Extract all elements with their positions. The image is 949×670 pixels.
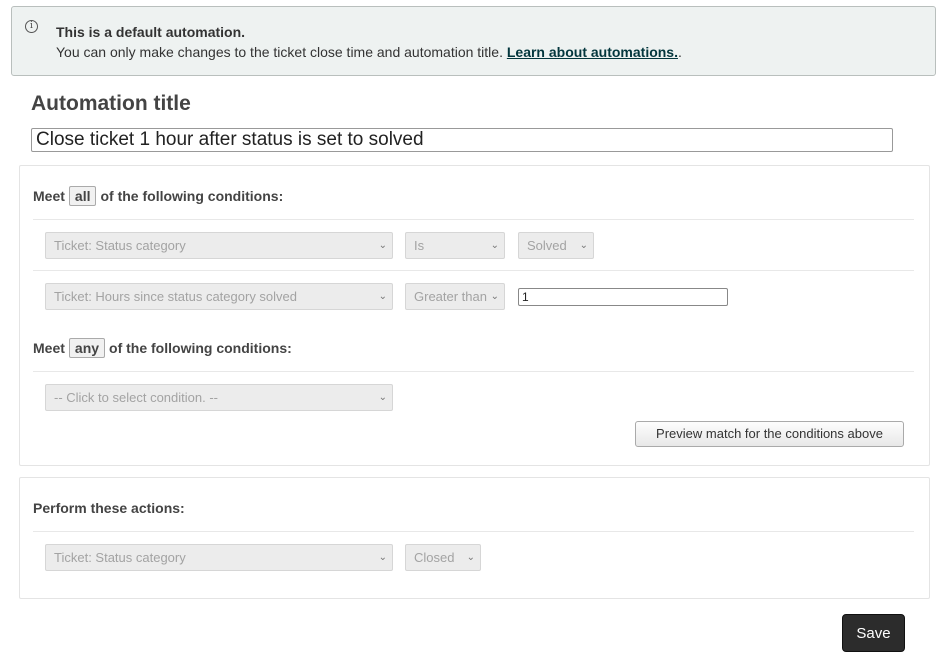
condition-field-value: Ticket: Status category <box>54 238 186 253</box>
action-field-select[interactable]: Ticket: Status category ⌄ <box>45 544 393 571</box>
condition-field-value: Ticket: Hours since status category solv… <box>54 289 298 304</box>
preview-match-button[interactable]: Preview match for the conditions above <box>635 421 904 447</box>
all-keyword-badge: all <box>68 186 97 206</box>
save-button[interactable]: Save <box>842 614 905 652</box>
chevron-down-icon: ⌄ <box>378 392 387 403</box>
condition-operator-select[interactable]: Greater than ⌄ <box>405 283 505 310</box>
info-icon: i <box>25 20 38 33</box>
action-value-value: Closed <box>414 550 455 565</box>
meet-any-prefix: Meet <box>33 340 65 356</box>
action-field-value: Ticket: Status category <box>54 550 186 565</box>
automation-title-input[interactable] <box>31 128 893 152</box>
notice-link-suffix: . <box>677 44 682 60</box>
meet-any-heading: Meet any of the following conditions: <box>33 338 292 358</box>
actions-panel: Perform these actions: Ticket: Status ca… <box>19 477 930 599</box>
divider <box>33 219 914 220</box>
condition-operator-value: Greater than <box>414 289 487 304</box>
notice-title: This is a default automation. <box>56 24 246 40</box>
hours-value-input[interactable] <box>518 288 728 306</box>
chevron-down-icon: ⌄ <box>490 240 499 251</box>
chevron-down-icon: ⌄ <box>466 552 475 563</box>
learn-about-automations-link[interactable]: Learn about automations. <box>507 44 678 60</box>
condition-operator-select[interactable]: Is ⌄ <box>405 232 505 259</box>
default-automation-notice: i This is a default automation. You can … <box>11 6 936 76</box>
any-keyword-badge: any <box>68 338 106 358</box>
meet-all-heading: Meet all of the following conditions: <box>33 186 283 206</box>
chevron-down-icon: ⌄ <box>378 552 387 563</box>
any-condition-select[interactable]: -- Click to select condition. -- ⌄ <box>45 384 393 411</box>
chevron-down-icon: ⌄ <box>378 240 387 251</box>
chevron-down-icon: ⌄ <box>378 291 387 302</box>
conditions-panel: Meet all of the following conditions: Ti… <box>19 165 930 466</box>
meet-all-prefix: Meet <box>33 188 65 204</box>
action-value-select[interactable]: Closed ⌄ <box>405 544 481 571</box>
automation-title-heading: Automation title <box>31 92 191 115</box>
notice-text: You can only make changes to the ticket … <box>56 44 507 60</box>
meet-all-suffix: of the following conditions: <box>100 188 284 204</box>
actions-heading: Perform these actions: <box>33 500 185 516</box>
chevron-down-icon: ⌄ <box>490 291 499 302</box>
divider <box>33 371 914 372</box>
condition-value-select[interactable]: Solved ⌄ <box>518 232 594 259</box>
condition-field-select[interactable]: Ticket: Status category ⌄ <box>45 232 393 259</box>
chevron-down-icon: ⌄ <box>579 240 588 251</box>
condition-field-select[interactable]: Ticket: Hours since status category solv… <box>45 283 393 310</box>
divider <box>33 531 914 532</box>
divider <box>33 270 914 271</box>
condition-operator-value: Is <box>414 238 425 253</box>
any-condition-placeholder: -- Click to select condition. -- <box>54 390 218 405</box>
notice-body: You can only make changes to the ticket … <box>56 44 682 60</box>
condition-value-value: Solved <box>527 238 567 253</box>
meet-any-suffix: of the following conditions: <box>109 340 292 356</box>
